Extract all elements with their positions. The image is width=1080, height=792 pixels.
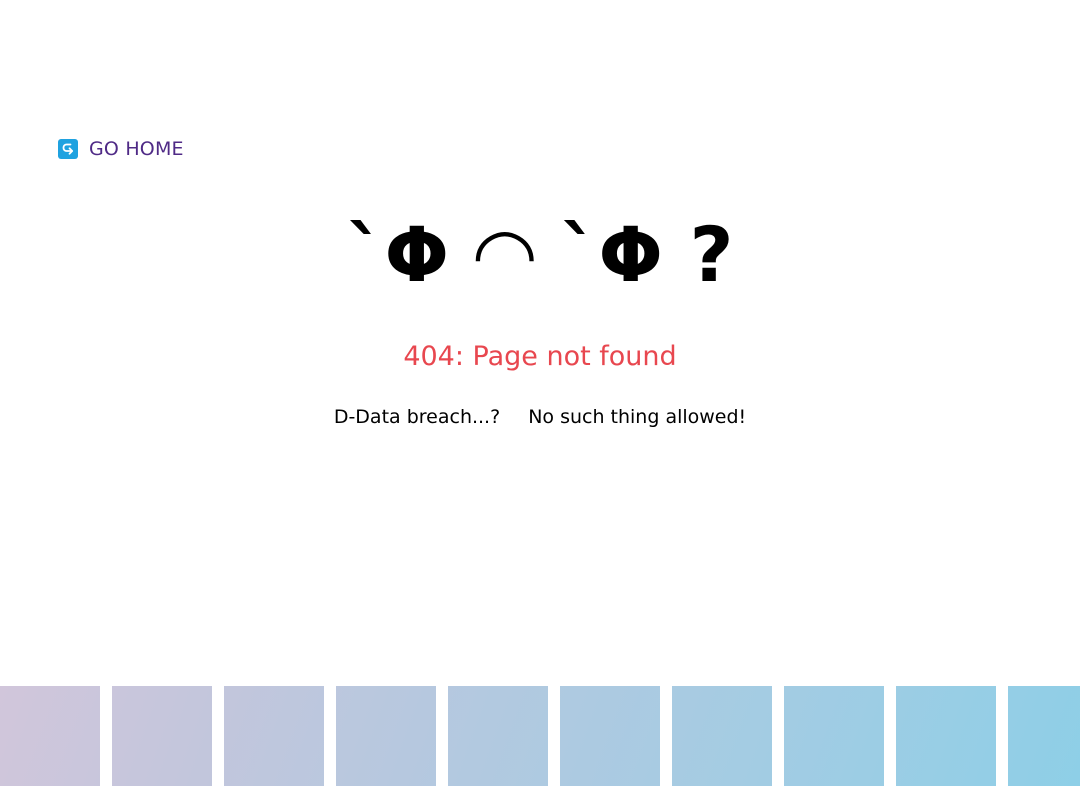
kaomoji-face: `Φ ◠ `Φ ? (346, 210, 734, 299)
go-home-link[interactable]: GO HOME (58, 137, 184, 161)
tile-gap (436, 686, 448, 786)
tile-gap (996, 686, 1008, 786)
go-home-label: GO HOME (89, 138, 184, 160)
tile-gap (324, 686, 336, 786)
tile-gap (660, 686, 672, 786)
tile-gap (548, 686, 560, 786)
return-arrow-icon (58, 139, 78, 159)
tile-gap (884, 686, 896, 786)
tile-gap (772, 686, 784, 786)
not-found-page: GO HOME `Φ ◠ `Φ ? 404: Page not found D-… (0, 0, 1080, 792)
tile-gap (100, 686, 112, 786)
tile-gap (212, 686, 224, 786)
error-title: 404: Page not found (403, 341, 677, 372)
subtitle-part-1: D-Data breach...? (333, 406, 501, 428)
error-subtitle: D-Data breach...? No such thing allowed! (0, 403, 1080, 431)
decorative-tile-strip (0, 686, 1080, 786)
tile-gradient (0, 686, 1080, 786)
subtitle-part-2: No such thing allowed! (528, 406, 747, 428)
